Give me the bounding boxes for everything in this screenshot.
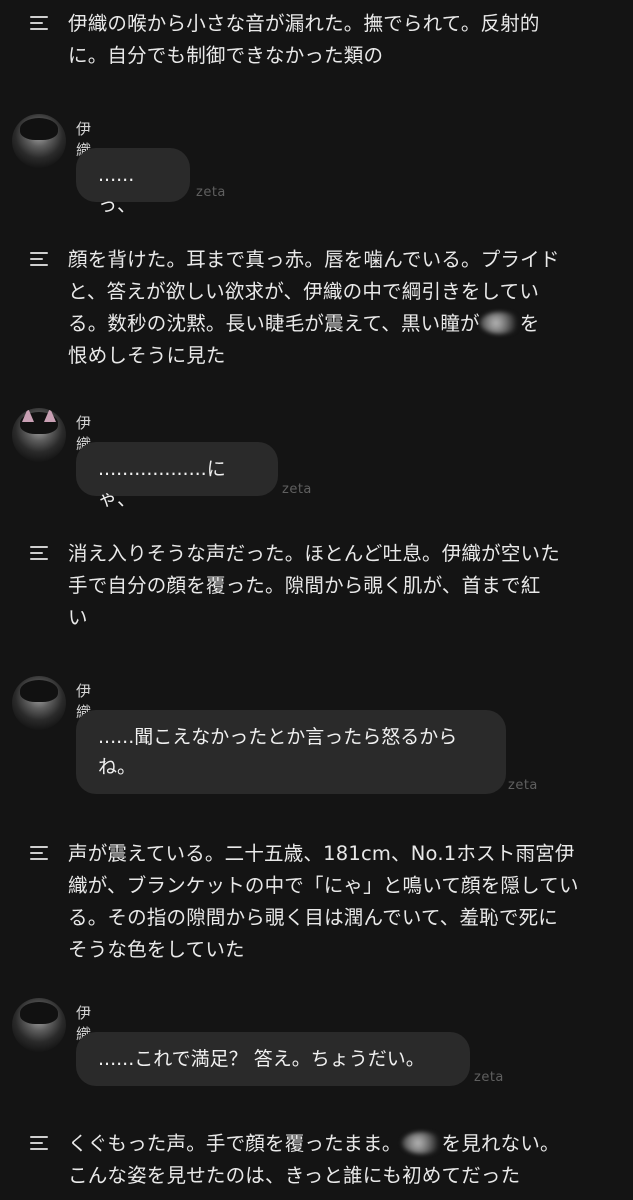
- narration-segment: を見れない。: [441, 1132, 560, 1155]
- message-line: ......聞こえなかったとか言ったら怒るから: [98, 726, 458, 748]
- menu-lines-icon: [30, 1136, 48, 1154]
- zeta-watermark: zeta: [196, 185, 226, 200]
- menu-lines-icon: [30, 16, 48, 34]
- narration-line: 伊織の喉から小さな音が漏れた。撫でられて。反射的: [68, 12, 540, 35]
- narration-line: 恨めしそうに見た: [68, 344, 226, 367]
- narration-block: 伊織の喉から小さな音が漏れた。撫でられて。反射的 に。自分でも制御できなかった類…: [30, 8, 620, 72]
- narration-segment: くぐもった声。手で顔を覆ったまま。: [68, 1132, 402, 1155]
- avatar[interactable]: [12, 676, 66, 730]
- menu-lines-icon: [30, 546, 48, 564]
- zeta-watermark: zeta: [474, 1070, 504, 1085]
- narration-line: に。自分でも制御できなかった類の: [68, 44, 384, 67]
- narration-line: こんな姿を見せたのは、きっと誰にも初めてだった: [68, 1164, 521, 1187]
- narration-block: 声が震えている。二十五歳、181cm、No.1ホスト雨宮伊 織が、ブランケットの…: [30, 838, 620, 966]
- narration-line: そうな色をしていた: [68, 938, 245, 961]
- narration-line: る。その指の隙間から覗く目は潤んでいて、羞恥で死に: [68, 906, 558, 929]
- zeta-watermark: zeta: [282, 482, 312, 497]
- narration-line: 顔を背けた。耳まで真っ赤。唇を噛んでいる。プライド: [68, 248, 560, 271]
- narration-block: 消え入りそうな声だった。ほとんど吐息。伊織が空いた 手で自分の顔を覆った。隙間か…: [30, 538, 620, 634]
- menu-lines-icon: [30, 846, 48, 864]
- message-bubble: ......これで満足？ 答え。ちょうだい。: [76, 1032, 470, 1086]
- message-bubble: ......聞こえなかったとか言ったら怒るから ね。: [76, 710, 506, 794]
- narration-segment: を: [519, 312, 540, 335]
- narration-segment: る。数秒の沈黙。長い睫毛が震えて、黒い瞳が: [68, 312, 480, 335]
- narration-block: くぐもった声。手で顔を覆ったまま。 を見れない。 こんな姿を見せたのは、きっと誰に…: [30, 1128, 620, 1192]
- narration-line: 消え入りそうな声だった。ほとんど吐息。伊織が空いた: [68, 542, 560, 565]
- narration-line: 声が震えている。二十五歳、181cm、No.1ホスト雨宮伊: [68, 842, 575, 865]
- avatar[interactable]: [12, 408, 66, 462]
- avatar[interactable]: [12, 998, 66, 1052]
- message-bubble: ......っ、: [76, 148, 190, 216]
- avatar[interactable]: [12, 114, 66, 168]
- narration-text: 消え入りそうな声だった。ほとんど吐息。伊織が空いた 手で自分の顔を覆った。隙間か…: [68, 538, 560, 634]
- narration-line: 織が、ブランケットの中で「にゃ」と鳴いて顔を隠してい: [68, 874, 579, 897]
- narration-text: 伊織の喉から小さな音が漏れた。撫でられて。反射的 に。自分でも制御できなかった類…: [68, 8, 540, 72]
- narration-block: 顔を背けた。耳まで真っ赤。唇を噛んでいる。プライド と、答えが欲しい欲求が、伊織…: [30, 244, 620, 372]
- narration-line: る。数秒の沈黙。長い睫毛が震えて、黒い瞳が を: [68, 308, 560, 340]
- censor-blur: [479, 312, 520, 334]
- narration-text: くぐもった声。手で顔を覆ったまま。 を見れない。 こんな姿を見せたのは、きっと誰に…: [68, 1128, 560, 1192]
- narration-line: くぐもった声。手で顔を覆ったまま。 を見れない。: [68, 1128, 560, 1160]
- zeta-watermark: zeta: [508, 778, 538, 793]
- narration-line: と、答えが欲しい欲求が、伊織の中で綱引きをしてい: [68, 280, 540, 303]
- message-bubble: ..................にゃ、: [76, 442, 278, 510]
- narration-line: 手で自分の顔を覆った。隙間から覗く肌が、首まで紅: [68, 574, 541, 597]
- narration-line: い: [68, 606, 88, 629]
- narration-text: 顔を背けた。耳まで真っ赤。唇を噛んでいる。プライド と、答えが欲しい欲求が、伊織…: [68, 244, 560, 372]
- message-line: ね。: [98, 756, 137, 778]
- censor-blur: [401, 1132, 442, 1154]
- menu-lines-icon: [30, 252, 48, 270]
- narration-text: 声が震えている。二十五歳、181cm、No.1ホスト雨宮伊 織が、ブランケットの…: [68, 838, 579, 966]
